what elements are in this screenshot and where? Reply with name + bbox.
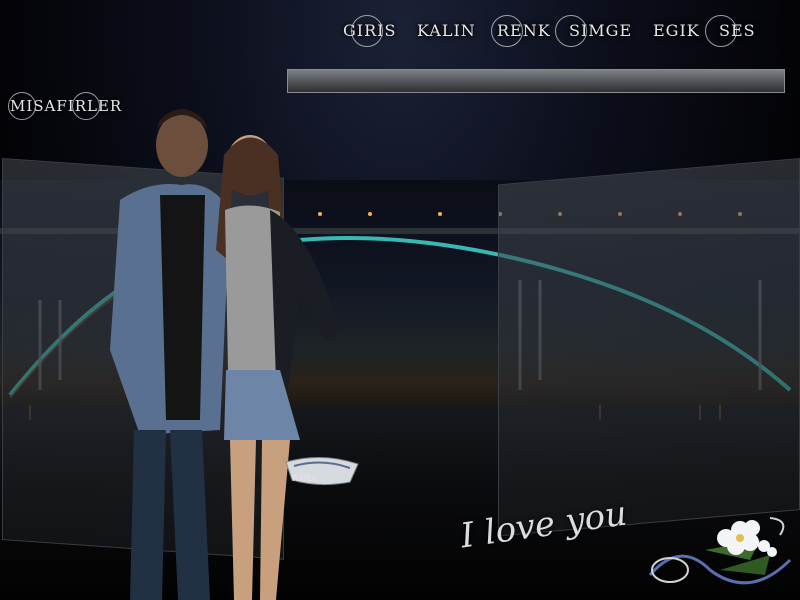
flower-icon <box>648 517 792 585</box>
couple-photo <box>110 109 340 600</box>
ring-icon <box>72 92 100 120</box>
menu-item-egik[interactable]: EGIK <box>653 14 700 48</box>
ring-icon <box>491 15 523 47</box>
boat-label: RAHA <box>292 474 317 483</box>
top-menu: GIRIS KALIN RENK SIMGE EGIK SES <box>335 14 775 48</box>
marquee-bar <box>287 69 785 93</box>
menu-item-label: KALIN <box>417 21 476 40</box>
ring-icon <box>351 15 383 47</box>
menu-item-simge[interactable]: SIMGE <box>555 14 632 48</box>
menu-item-ses[interactable]: SES <box>705 14 756 48</box>
menu-item-renk[interactable]: RENK <box>491 14 551 48</box>
guest-button[interactable]: MISAFIRLER <box>8 92 140 120</box>
menu-item-kalin[interactable]: KALIN <box>417 14 476 48</box>
ring-icon <box>705 15 737 47</box>
right-glass-panel <box>498 158 800 537</box>
menu-item-giris[interactable]: GIRIS <box>343 14 396 48</box>
ring-icon <box>8 92 36 120</box>
menu-item-label: EGIK <box>653 21 700 40</box>
ring-icon <box>555 15 587 47</box>
